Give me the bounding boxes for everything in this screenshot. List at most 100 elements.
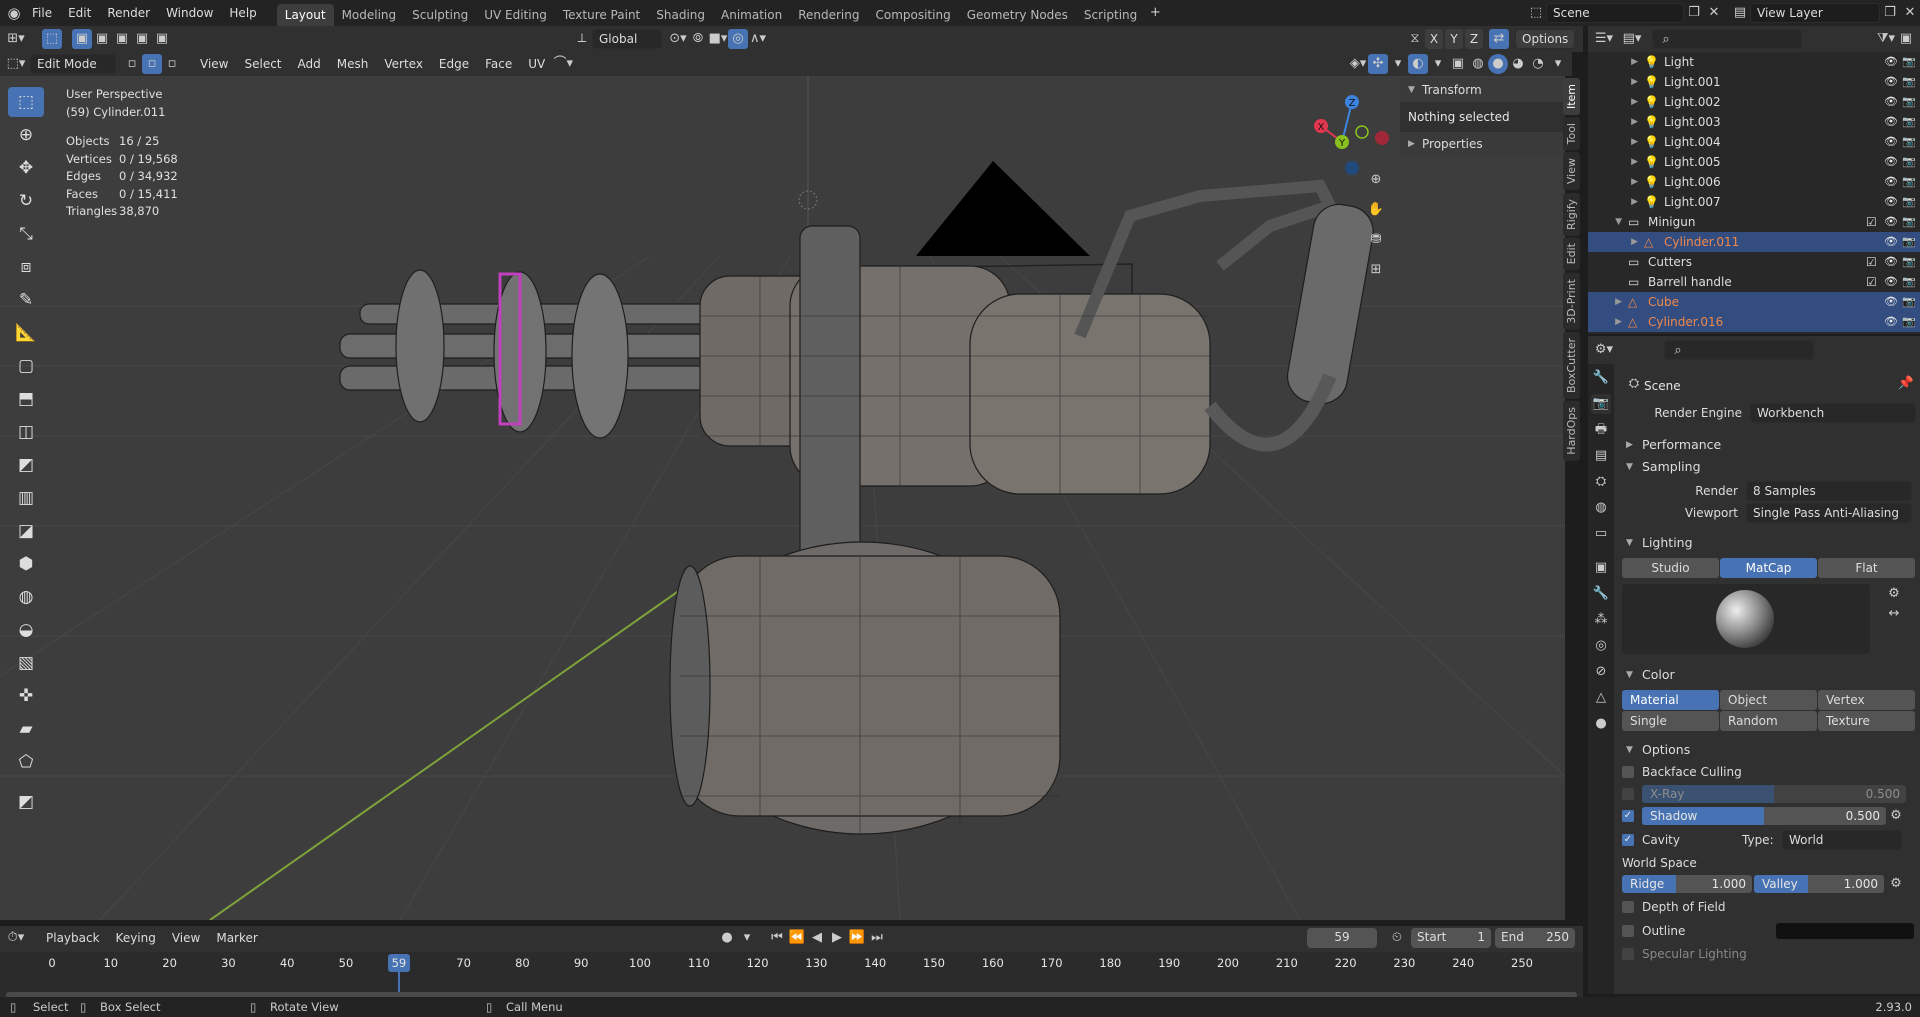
- gizmo-neg-y-icon[interactable]: [1355, 125, 1369, 139]
- gizmo-neg-x-icon[interactable]: [1375, 131, 1389, 145]
- valley-slider[interactable]: Valley 1.000: [1754, 875, 1884, 893]
- view-layer-icon[interactable]: ▤: [1730, 3, 1750, 23]
- collection-checkbox[interactable]: ☑: [1866, 212, 1884, 232]
- render-camera-icon[interactable]: 📷: [1902, 152, 1920, 172]
- eye-icon[interactable]: 👁: [1884, 232, 1902, 252]
- color-texture-button[interactable]: Texture: [1818, 711, 1915, 731]
- poly-build-tool-icon[interactable]: ⬢: [8, 549, 44, 579]
- add-workspace-icon[interactable]: +: [1145, 3, 1165, 23]
- annotate-tool-icon[interactable]: ✎: [8, 285, 44, 315]
- render-camera-icon[interactable]: 📷: [1902, 92, 1920, 112]
- outliner-search-input[interactable]: ⌕: [1652, 29, 1802, 49]
- jump-end-icon[interactable]: ⏭: [867, 928, 887, 948]
- bevel-tool-icon[interactable]: ◩: [8, 450, 44, 480]
- eye-icon[interactable]: 👁: [1884, 52, 1902, 72]
- expand-arrow-icon[interactable]: ▶: [1588, 92, 1644, 112]
- smooth-tool-icon[interactable]: ◒: [8, 615, 44, 645]
- measure-tool-icon[interactable]: 📐: [8, 318, 44, 348]
- start-frame-field[interactable]: Start 1: [1411, 928, 1491, 948]
- shadow-slider[interactable]: Shadow 0.500: [1642, 807, 1886, 825]
- dof-checkbox[interactable]: [1622, 901, 1634, 913]
- modifier-tab-icon[interactable]: 🔧: [1591, 584, 1611, 604]
- expand-arrow-icon[interactable]: ▶: [1588, 112, 1644, 132]
- render-camera-icon[interactable]: 📷: [1902, 112, 1920, 132]
- sidebar-tab-edit[interactable]: Edit: [1563, 237, 1580, 271]
- outliner-editor-icon[interactable]: ☰▾: [1594, 29, 1614, 49]
- outliner-row[interactable]: ▶ 💡 Light 👁 📷: [1588, 52, 1920, 72]
- select-subtract-icon[interactable]: ▣: [112, 29, 132, 49]
- sidebar-tab-3d-print[interactable]: 3D-Print: [1563, 272, 1580, 330]
- sidebar-tab-boxcutter[interactable]: BoxCutter: [1563, 331, 1580, 399]
- add-cube-tool-icon[interactable]: ▢: [8, 351, 44, 381]
- pin-icon[interactable]: 📌: [1896, 374, 1916, 394]
- axis-z-toggle[interactable]: Z: [1465, 29, 1483, 49]
- expand-arrow-icon[interactable]: ▶: [1588, 312, 1628, 332]
- outliner-row[interactable]: ▶ △ Cube 👁 📷: [1588, 292, 1920, 312]
- spin-tool-icon[interactable]: ◍: [8, 582, 44, 612]
- ortho-grid-icon[interactable]: ⊞: [1366, 260, 1386, 280]
- material-tab-icon[interactable]: ●: [1591, 714, 1611, 734]
- world-tab-icon[interactable]: ◍: [1591, 498, 1611, 518]
- outliner-row[interactable]: ▶ △ Cylinder.011 👁 📷: [1588, 232, 1920, 252]
- performance-section[interactable]: ▶ Performance: [1618, 434, 1918, 456]
- workspace-tab-sculpting[interactable]: Sculpting: [404, 4, 476, 26]
- particles-tab-icon[interactable]: ⁂: [1591, 610, 1611, 630]
- mode-select[interactable]: Edit Mode: [30, 54, 116, 74]
- axis-y-toggle[interactable]: Y: [1445, 29, 1463, 49]
- lighting-section[interactable]: ▼ Lighting: [1618, 532, 1918, 554]
- rip-tool-icon[interactable]: ⬠: [8, 747, 44, 777]
- gizmo-neg-z-icon[interactable]: [1345, 161, 1359, 175]
- sidebar-tab-rigify[interactable]: Rigify: [1563, 192, 1580, 236]
- color-vertex-button[interactable]: Vertex: [1818, 690, 1915, 710]
- properties-panel-header[interactable]: ▶ Properties: [1400, 132, 1565, 156]
- outline-checkbox[interactable]: [1622, 925, 1634, 937]
- render-camera-icon[interactable]: 📷: [1902, 252, 1920, 272]
- sidebar-tab-view[interactable]: View: [1563, 152, 1580, 191]
- view-layer-tab-icon[interactable]: ▤: [1591, 446, 1611, 466]
- expand-arrow-icon[interactable]: ▶: [1588, 292, 1628, 312]
- snap-icon[interactable]: ⦾: [688, 29, 708, 49]
- expand-arrow-icon[interactable]: ▶: [1588, 152, 1644, 172]
- scene-tab-icon[interactable]: ⛭: [1591, 472, 1611, 492]
- workspace-tab-uv-editing[interactable]: UV Editing: [476, 4, 555, 26]
- tool-tab-icon[interactable]: 🔧: [1591, 368, 1611, 388]
- shear-tool-icon[interactable]: ▰: [8, 714, 44, 744]
- sampling-section[interactable]: ▼ Sampling: [1618, 456, 1918, 478]
- play-icon[interactable]: ▶: [827, 928, 847, 948]
- orientation-select[interactable]: Global: [592, 29, 662, 49]
- render-camera-icon[interactable]: 📷: [1902, 312, 1920, 332]
- ridge-slider[interactable]: Ridge 1.000: [1622, 875, 1752, 893]
- shading-rendered-icon[interactable]: ◔: [1528, 54, 1548, 74]
- viewport-menu-view[interactable]: View: [192, 52, 236, 76]
- specular-checkbox[interactable]: [1622, 948, 1634, 960]
- expand-arrow-icon[interactable]: ▶: [1588, 72, 1644, 92]
- blender-logo-icon[interactable]: ◉: [4, 3, 24, 23]
- outliner-row[interactable]: ▶ 💡 Light.003 👁 📷: [1588, 112, 1920, 132]
- viewport-menu-select[interactable]: Select: [236, 52, 289, 76]
- render-camera-icon[interactable]: 📷: [1902, 272, 1920, 292]
- next-key-icon[interactable]: ⏩: [847, 928, 867, 948]
- matcap-settings-icon[interactable]: ⚙: [1884, 584, 1904, 604]
- properties-search-input[interactable]: ⌕: [1664, 340, 1814, 360]
- render-engine-select[interactable]: Workbench: [1750, 403, 1916, 423]
- prev-key-icon[interactable]: ⏪: [787, 928, 807, 948]
- transform-tool-icon[interactable]: ⧈: [8, 252, 44, 282]
- navigation-gizmo[interactable]: Z X Y: [1310, 86, 1390, 176]
- collection-checkbox[interactable]: ☑: [1866, 272, 1884, 292]
- timeline-menu-view[interactable]: View: [164, 926, 208, 950]
- timeline-menu-keying[interactable]: Keying: [108, 926, 164, 950]
- constraints-tab-icon[interactable]: ⊘: [1591, 662, 1611, 682]
- backface-checkbox[interactable]: [1622, 766, 1634, 778]
- loop-cut-tool-icon[interactable]: ▥: [8, 483, 44, 513]
- select-invert-icon[interactable]: ▣: [132, 29, 152, 49]
- workspace-tab-compositing[interactable]: Compositing: [867, 4, 958, 26]
- outliner-row[interactable]: ▼ ▭ Minigun ☑ 👁 📷: [1588, 212, 1920, 232]
- edge-select-icon[interactable]: ▫: [142, 54, 162, 74]
- minigun-mesh[interactable]: [339, 179, 1377, 835]
- new-collection-icon[interactable]: ▣: [1896, 29, 1916, 49]
- matcap-flip-icon[interactable]: ↔: [1884, 604, 1904, 624]
- 3d-viewport[interactable]: Z X Y ⊕ ✋ ⛃ ⊞: [0, 76, 1565, 920]
- shading-solid-icon[interactable]: ●: [1488, 54, 1508, 74]
- timeline-menu-playback[interactable]: Playback: [38, 926, 108, 950]
- menu-render[interactable]: Render: [99, 0, 158, 26]
